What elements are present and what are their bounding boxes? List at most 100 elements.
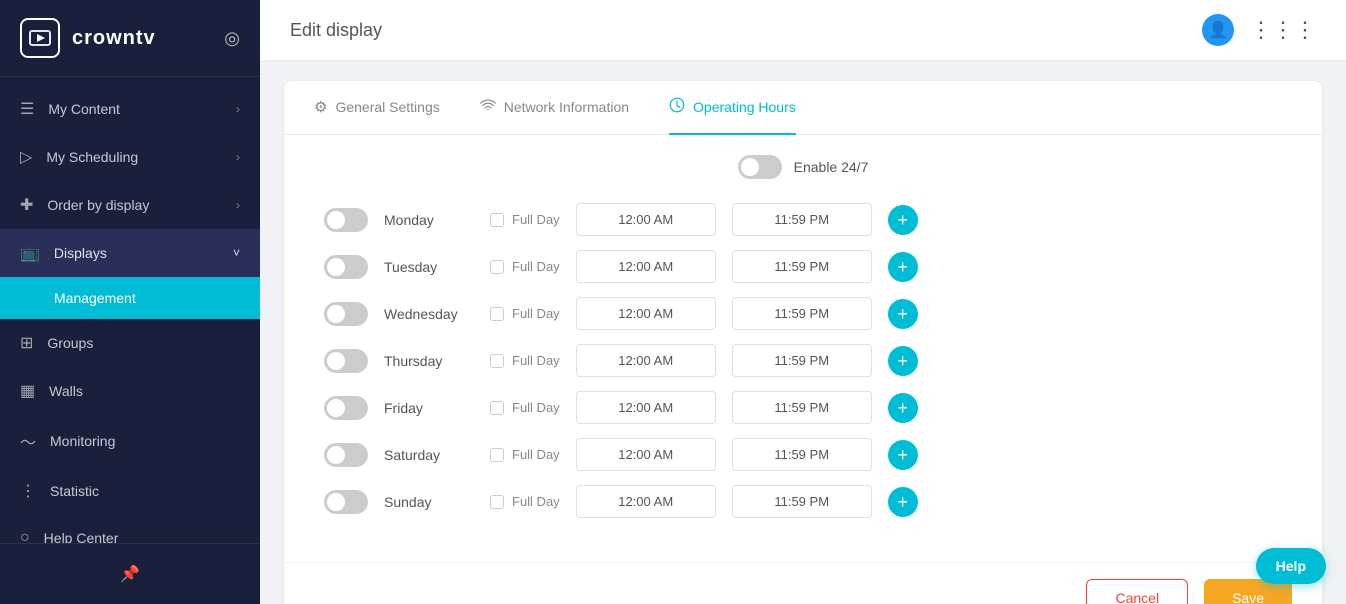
sidebar-item-statistic[interactable]: ⋮ Statistic [0, 467, 260, 515]
add-time-sunday[interactable]: + [888, 487, 918, 517]
full-day-wrap-sunday: Full Day [490, 494, 560, 509]
day-toggle-wednesday[interactable] [324, 302, 368, 326]
end-time-friday[interactable] [732, 391, 872, 424]
sidebar-item-order-by-display[interactable]: ✚ Order by display › [0, 181, 260, 229]
sidebar-item-label: Statistic [50, 483, 99, 499]
wifi-icon [480, 99, 496, 116]
day-name-monday: Monday [384, 212, 474, 228]
chevron-right-icon: › [236, 150, 240, 164]
start-time-thursday[interactable] [576, 344, 716, 377]
scheduling-icon: ▷ [20, 147, 32, 167]
day-row-tuesday: Tuesday Full Day + [324, 250, 1282, 283]
tab-general-settings[interactable]: ⚙ General Settings [314, 82, 440, 134]
day-name-friday: Friday [384, 400, 474, 416]
sidebar-item-label: Help Center [44, 530, 119, 543]
day-name-wednesday: Wednesday [384, 306, 474, 322]
start-time-tuesday[interactable] [576, 250, 716, 283]
full-day-wrap-wednesday: Full Day [490, 306, 560, 321]
day-name-tuesday: Tuesday [384, 259, 474, 275]
add-time-saturday[interactable]: + [888, 440, 918, 470]
day-name-sunday: Sunday [384, 494, 474, 510]
content-area: ⚙ General Settings Network Information [260, 61, 1346, 604]
add-time-wednesday[interactable]: + [888, 299, 918, 329]
full-day-wrap-monday: Full Day [490, 212, 560, 227]
start-time-monday[interactable] [576, 203, 716, 236]
full-day-checkbox-thursday[interactable] [490, 354, 504, 368]
start-time-sunday[interactable] [576, 485, 716, 518]
full-day-label-tuesday: Full Day [512, 259, 560, 274]
full-day-checkbox-tuesday[interactable] [490, 260, 504, 274]
enable-247-toggle[interactable] [738, 155, 782, 179]
sidebar-item-label: Monitoring [50, 433, 115, 449]
end-time-saturday[interactable] [732, 438, 872, 471]
tab-label: Operating Hours [693, 99, 796, 115]
sidebar-item-label: Groups [47, 335, 93, 351]
day-row-wednesday: Wednesday Full Day + [324, 297, 1282, 330]
sidebar-item-management[interactable]: Management [0, 277, 260, 319]
full-day-checkbox-sunday[interactable] [490, 495, 504, 509]
start-time-wednesday[interactable] [576, 297, 716, 330]
full-day-wrap-saturday: Full Day [490, 447, 560, 462]
target-icon[interactable]: ◎ [224, 28, 240, 49]
sidebar-item-walls[interactable]: ▦ Walls [0, 367, 260, 415]
pin-icon[interactable]: 📌 [0, 556, 260, 592]
walls-icon: ▦ [20, 381, 35, 401]
sidebar-item-label: My Scheduling [46, 149, 138, 165]
logo-text: crownTV [72, 27, 156, 50]
cancel-button[interactable]: Cancel [1086, 579, 1188, 604]
day-row-thursday: Thursday Full Day + [324, 344, 1282, 377]
chevron-right-icon: › [236, 102, 240, 116]
add-time-thursday[interactable]: + [888, 346, 918, 376]
start-time-friday[interactable] [576, 391, 716, 424]
sidebar-item-groups[interactable]: ⊞ Groups [0, 319, 260, 367]
end-time-tuesday[interactable] [732, 250, 872, 283]
add-time-friday[interactable]: + [888, 393, 918, 423]
tab-network-information[interactable]: Network Information [480, 83, 629, 134]
day-toggle-tuesday[interactable] [324, 255, 368, 279]
gear-icon: ⚙ [314, 98, 327, 116]
sidebar-item-monitoring[interactable]: 〜 Monitoring [0, 415, 260, 467]
tab-bar: ⚙ General Settings Network Information [284, 81, 1322, 135]
full-day-checkbox-wednesday[interactable] [490, 307, 504, 321]
full-day-label-wednesday: Full Day [512, 306, 560, 321]
end-time-monday[interactable] [732, 203, 872, 236]
full-day-checkbox-saturday[interactable] [490, 448, 504, 462]
full-day-wrap-tuesday: Full Day [490, 259, 560, 274]
end-time-thursday[interactable] [732, 344, 872, 377]
sidebar-item-my-content[interactable]: ☰ My Content › [0, 85, 260, 133]
day-toggle-friday[interactable] [324, 396, 368, 420]
sidebar-item-my-scheduling[interactable]: ▷ My Scheduling › [0, 133, 260, 181]
sidebar-header: crownTV ◎ [0, 0, 260, 77]
operating-hours-content: Enable 24/7 Monday Full Day + Tuesday Fu… [284, 135, 1322, 562]
tab-label: General Settings [335, 99, 439, 115]
help-button[interactable]: Help [1256, 548, 1326, 584]
grid-icon[interactable]: ⋮⋮⋮ [1250, 17, 1316, 43]
user-avatar[interactable]: 👤 [1202, 14, 1234, 46]
tab-operating-hours[interactable]: Operating Hours [669, 81, 796, 135]
day-name-saturday: Saturday [384, 447, 474, 463]
sidebar-item-help-center[interactable]: ○ Help Center [0, 515, 260, 543]
sidebar-sub-label: Management [54, 290, 136, 306]
chevron-right-icon: › [236, 198, 240, 212]
sidebar-item-label: Displays [54, 245, 107, 261]
add-time-tuesday[interactable]: + [888, 252, 918, 282]
full-day-checkbox-monday[interactable] [490, 213, 504, 227]
end-time-wednesday[interactable] [732, 297, 872, 330]
page-title: Edit display [290, 20, 382, 41]
day-toggle-sunday[interactable] [324, 490, 368, 514]
day-toggle-saturday[interactable] [324, 443, 368, 467]
order-icon: ✚ [20, 195, 33, 215]
sidebar-item-displays[interactable]: 📺 Displays ˅ [0, 229, 260, 277]
end-time-sunday[interactable] [732, 485, 872, 518]
day-toggle-monday[interactable] [324, 208, 368, 232]
tab-label: Network Information [504, 99, 629, 115]
top-bar-icons: 👤 ⋮⋮⋮ [1202, 14, 1316, 46]
clock-icon [669, 97, 685, 117]
main-content: Edit display 👤 ⋮⋮⋮ ⚙ General Settings [260, 0, 1346, 604]
days-container: Monday Full Day + Tuesday Full Day + Wed… [324, 203, 1282, 518]
enable-247-label: Enable 24/7 [794, 159, 869, 175]
add-time-monday[interactable]: + [888, 205, 918, 235]
start-time-saturday[interactable] [576, 438, 716, 471]
full-day-checkbox-friday[interactable] [490, 401, 504, 415]
day-toggle-thursday[interactable] [324, 349, 368, 373]
